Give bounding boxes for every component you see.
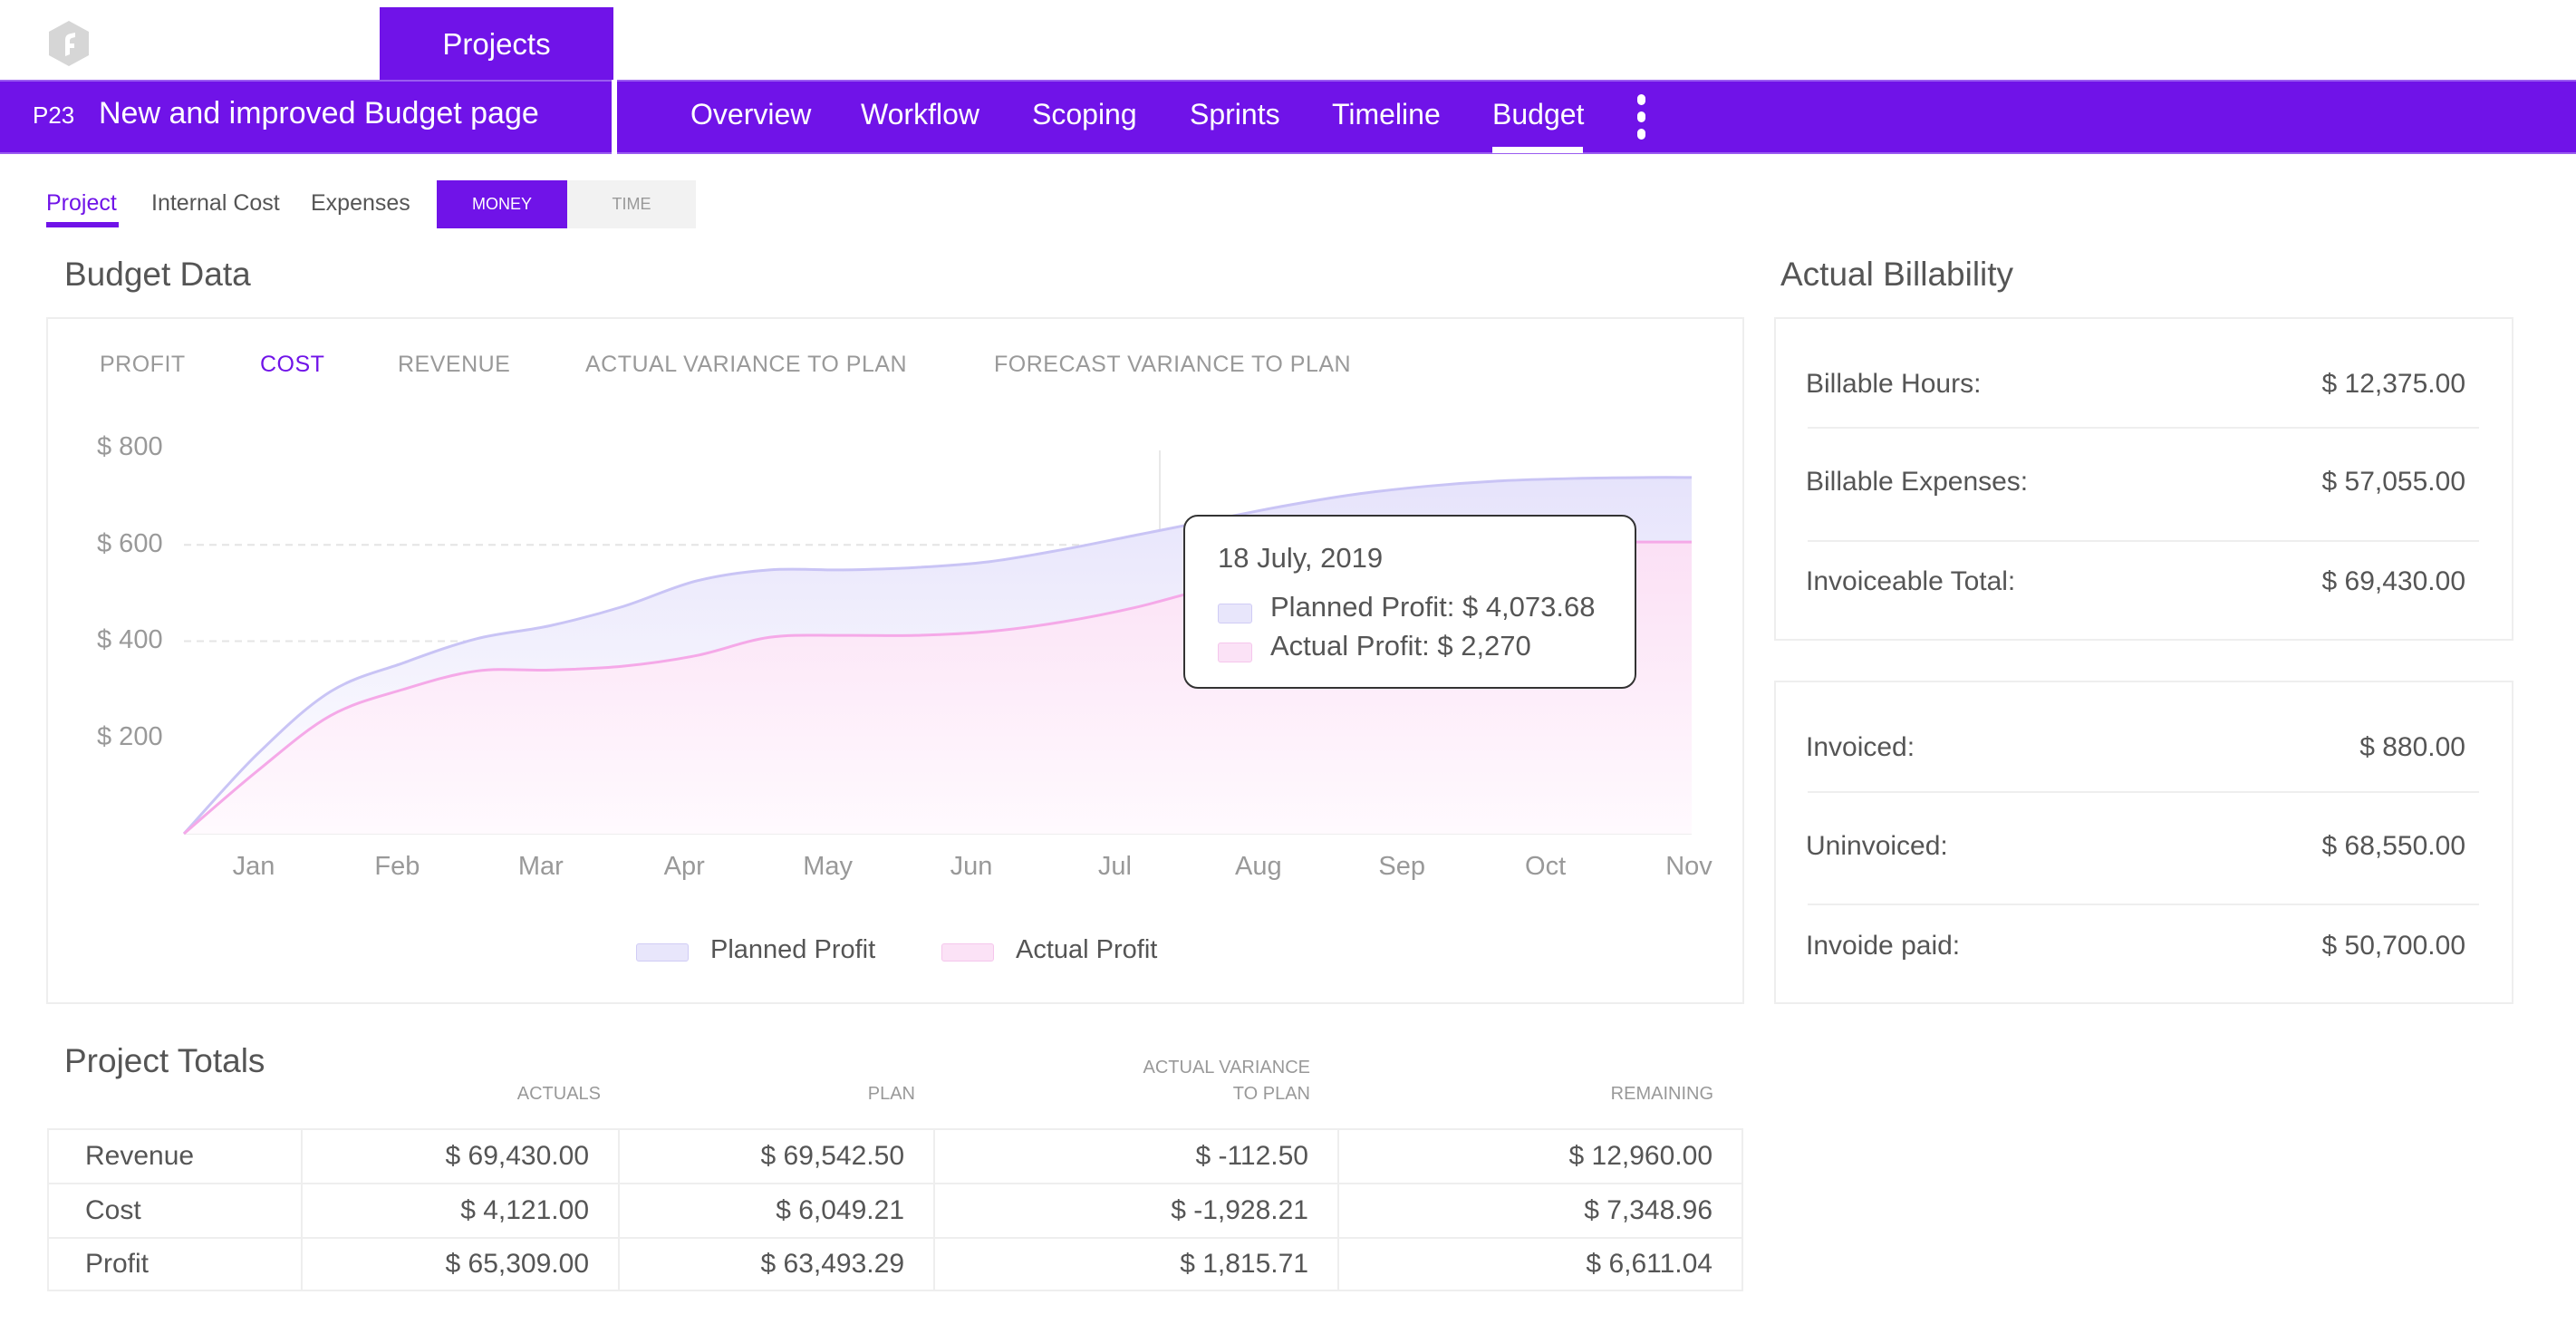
invoiceable-total-label: Invoiceable Total: (1806, 566, 2016, 596)
x-tick-label: May (803, 852, 853, 881)
tooltip-actual-swatch (1218, 643, 1252, 662)
legend-planned-label[interactable]: Planned Profit (710, 935, 875, 965)
x-tick-label: Nov (1665, 852, 1713, 881)
x-tick-label: Aug (1234, 852, 1282, 881)
row-name: Profit (47, 1237, 303, 1291)
invoiced-row: Invoiced: $ 880.00 (1806, 698, 2476, 797)
cell-actuals: $ 65,309.00 (301, 1237, 620, 1291)
table-row: Profit $ 65,309.00 $ 63,493.29 $ 1,815.7… (47, 1237, 1743, 1291)
invoiceable-total-row: Invoiceable Total: $ 69,430.00 (1806, 532, 2476, 632)
x-tick-label: Feb (374, 852, 420, 881)
invoice-paid-row: Invoide paid: $ 50,700.00 (1806, 896, 2476, 996)
chart-tooltip: 18 July, 2019 Planned Profit: $ 4,073.68… (1183, 515, 1636, 689)
uninvoiced-label: Uninvoiced: (1806, 831, 1948, 861)
row-name: Cost (47, 1183, 303, 1239)
col-header-actuals: ACTUALS (516, 1084, 601, 1104)
x-tick-label: Jun (950, 852, 993, 881)
invoiced-value: $ 880.00 (2359, 732, 2465, 762)
uninvoiced-value: $ 68,550.00 (2321, 831, 2465, 861)
legend-planned-swatch (636, 943, 689, 962)
cell-plan: $ 69,542.50 (618, 1128, 935, 1184)
table-row: Revenue $ 69,430.00 $ 69,542.50 $ -112.5… (47, 1128, 1743, 1184)
billable-hours-label: Billable Hours: (1806, 369, 1982, 399)
invoiceable-total-value: $ 69,430.00 (2321, 566, 2465, 596)
cell-actuals: $ 69,430.00 (301, 1128, 620, 1184)
col-header-remaining: REMAINING (1610, 1084, 1713, 1104)
table-row: Cost $ 4,121.00 $ 6,049.21 $ -1,928.21 $… (47, 1183, 1743, 1239)
uninvoiced-row: Uninvoiced: $ 68,550.00 (1806, 797, 2476, 896)
invoice-paid-value: $ 50,700.00 (2321, 931, 2465, 961)
cell-remaining: $ 6,611.04 (1337, 1237, 1743, 1291)
cell-actuals: $ 4,121.00 (301, 1183, 620, 1239)
cell-variance: $ -1,928.21 (933, 1183, 1339, 1239)
cell-variance: $ -112.50 (933, 1128, 1339, 1184)
x-tick-label: Apr (663, 852, 705, 881)
col-header-variance-line1: ACTUAL VARIANCE (1143, 1058, 1310, 1078)
legend-actual-label[interactable]: Actual Profit (1016, 935, 1157, 965)
invoiced-label: Invoiced: (1806, 732, 1915, 762)
tooltip-planned-swatch (1218, 604, 1252, 623)
cell-remaining: $ 7,348.96 (1337, 1183, 1743, 1239)
billable-expenses-label: Billable Expenses: (1806, 467, 2029, 497)
x-tick-label: Jul (1097, 852, 1132, 881)
billable-expenses-row: Billable Expenses: $ 57,055.00 (1806, 432, 2476, 532)
cell-variance: $ 1,815.71 (933, 1237, 1339, 1291)
cell-plan: $ 6,049.21 (618, 1183, 935, 1239)
col-header-variance-line2: TO PLAN (1232, 1084, 1310, 1104)
billability-title: Actual Billability (1780, 256, 2014, 293)
tooltip-date: 18 July, 2019 (1218, 542, 1384, 574)
project-totals-table: Revenue $ 69,430.00 $ 69,542.50 $ -112.5… (47, 1128, 1743, 1291)
x-tick-label: Sep (1378, 852, 1425, 881)
project-totals-title: Project Totals (64, 1042, 265, 1079)
row-name: Revenue (47, 1128, 303, 1184)
cell-plan: $ 63,493.29 (618, 1237, 935, 1291)
billable-expenses-value: $ 57,055.00 (2321, 467, 2465, 497)
billable-hours-row: Billable Hours: $ 12,375.00 (1806, 334, 2476, 434)
legend-actual-swatch (941, 943, 994, 962)
divider (1808, 791, 2479, 793)
col-header-plan: PLAN (867, 1084, 915, 1104)
cell-remaining: $ 12,960.00 (1337, 1128, 1743, 1184)
divider (1808, 427, 2479, 429)
tooltip-planned-value: Planned Profit: $ 4,073.68 (1270, 591, 1596, 623)
x-tick-label: Oct (1525, 852, 1567, 881)
x-tick-label: Mar (517, 852, 564, 881)
tooltip-actual-value: Actual Profit: $ 2,270 (1270, 630, 1531, 662)
invoice-paid-label: Invoide paid: (1806, 931, 1961, 961)
billable-hours-value: $ 12,375.00 (2321, 369, 2465, 399)
x-tick-label: Jan (232, 852, 275, 881)
